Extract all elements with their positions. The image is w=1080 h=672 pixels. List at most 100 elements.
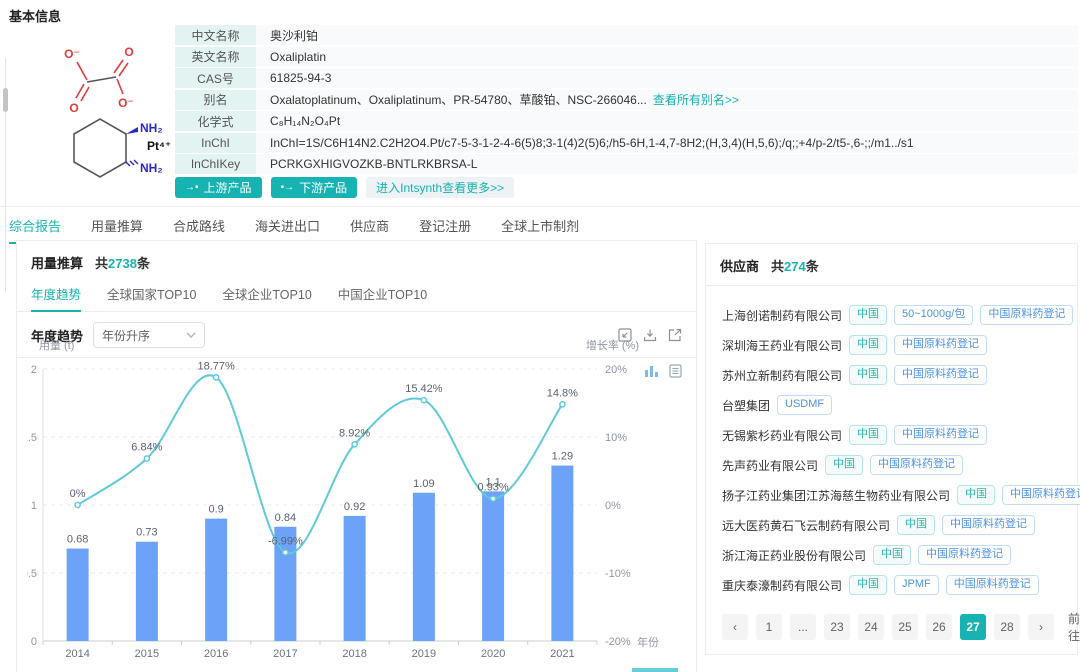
- field-label: 英文名称: [175, 47, 256, 67]
- more-pages-button[interactable]: ...: [790, 614, 816, 640]
- page-button-26[interactable]: 26: [926, 614, 952, 640]
- bar-2021[interactable]: [551, 466, 573, 641]
- subtab-全球企业TOP10[interactable]: 全球企业TOP10: [222, 284, 311, 311]
- page-button-27[interactable]: 27: [960, 614, 986, 640]
- o-minus-label: O⁻: [64, 47, 80, 61]
- upstream-products-button[interactable]: →▪ 上游产品: [175, 177, 262, 198]
- x-tick-label-2020: 2020: [481, 648, 505, 660]
- growth-label: -6.99%: [268, 536, 303, 548]
- subtab-全球国家TOP10[interactable]: 全球国家TOP10: [107, 284, 196, 311]
- suppliers-panel: 供应商 共274条 上海创诺制药有限公司中国50~1000g/包中国原料药登记深…: [705, 243, 1078, 655]
- basic-info-table: 中文名称奥沙利铂英文名称OxaliplatinCAS号61825-94-3别名O…: [175, 25, 1078, 176]
- nh2-label: NH₂: [140, 161, 163, 175]
- suppliers-title: 供应商: [720, 256, 759, 275]
- registration-badge: 中国原料药登记: [894, 425, 987, 445]
- country-badge: 中国: [849, 335, 887, 355]
- x-tick-label-2014: 2014: [65, 648, 89, 660]
- line-point-2016[interactable]: [214, 375, 219, 380]
- prev-page-button[interactable]: ‹: [722, 614, 748, 640]
- field-value: InChI=1S/C6H14N2.C2H2O4.Pt/c7-5-3-1-2-4-…: [256, 133, 1078, 153]
- supplier-row: 扬子江药业集团江苏海慈生物药业有限公司中国中国原料药登记: [722, 480, 1065, 510]
- bar-2014[interactable]: [67, 549, 89, 641]
- supplier-row: 台塑集团USDMF: [722, 390, 1065, 420]
- registration-badge: 中国原料药登记: [918, 545, 1011, 565]
- usage-panel-header: 用量推算 共2738条: [17, 241, 696, 272]
- page-button-25[interactable]: 25: [892, 614, 918, 640]
- x-tick-label-2017: 2017: [273, 648, 297, 660]
- arrow-into-box-icon: →▪: [185, 183, 199, 193]
- bar-value-label: 0.73: [136, 527, 157, 539]
- supplier-row: 上海创诺制药有限公司中国50~1000g/包中国原料药登记: [722, 300, 1065, 330]
- growth-label: 8.92%: [339, 427, 370, 439]
- pagination: ‹1...232425262728›前往页: [722, 610, 1080, 644]
- registration-badge: 中国原料药登记: [894, 365, 987, 385]
- supplier-list: 上海创诺制药有限公司中国50~1000g/包中国原料药登记深圳海王药业有限公司中…: [706, 286, 1077, 600]
- x-tick-label-2018: 2018: [342, 648, 366, 660]
- line-point-2014[interactable]: [75, 502, 80, 507]
- clipped-link-fragment[interactable]: [632, 668, 678, 672]
- x-axis-title: 年份: [637, 635, 659, 649]
- left-scrollbar-thumb[interactable]: [3, 88, 8, 112]
- growth-label: 18.77%: [197, 360, 235, 372]
- page-button-23[interactable]: 23: [824, 614, 850, 640]
- registration-badge: JPMF: [894, 575, 939, 595]
- left-axis-tick: 0: [31, 636, 37, 648]
- bar-2015[interactable]: [136, 542, 158, 641]
- country-badge: 中国: [849, 365, 887, 385]
- bar-value-label: 0.9: [208, 504, 223, 516]
- left-axis-tick: 0.5: [27, 568, 37, 580]
- line-point-2017[interactable]: [283, 550, 288, 555]
- info-row: 英文名称Oxaliplatin: [175, 47, 1078, 67]
- usage-count: 共2738条: [95, 253, 150, 272]
- country-badge: 中国: [897, 515, 935, 535]
- right-axis-tick: 10%: [605, 432, 627, 444]
- divider: [0, 206, 1080, 207]
- right-axis-tick: -10%: [605, 568, 631, 580]
- suppliers-count: 共274条: [771, 256, 819, 275]
- supplier-row: 重庆泰濠制药有限公司中国JPMF中国原料药登记: [722, 570, 1065, 600]
- line-point-2020[interactable]: [491, 496, 496, 501]
- bar-2018[interactable]: [344, 516, 366, 641]
- o-label: O: [124, 45, 133, 59]
- right-axis-title: 增长率 (%): [586, 338, 639, 352]
- left-axis-tick: 2: [31, 364, 37, 376]
- bar-2019[interactable]: [413, 493, 435, 641]
- downstream-products-button[interactable]: ▪→ 下游产品: [271, 177, 358, 198]
- view-all-aliases-link[interactable]: 查看所有别名>>: [653, 91, 739, 108]
- page-button-24[interactable]: 24: [858, 614, 884, 640]
- subtab-中国企业TOP10[interactable]: 中国企业TOP10: [338, 284, 427, 311]
- downstream-products-label: 下游产品: [299, 179, 347, 196]
- info-row: 别名Oxalatoplatinum、Oxaliplatinum、PR-54780…: [175, 90, 1078, 110]
- page-button-1[interactable]: 1: [756, 614, 782, 640]
- registration-badge: 中国原料药登记: [894, 335, 987, 355]
- usage-panel: 用量推算 共2738条 年度趋势全球国家TOP10 全球企业TOP10 中国企业TO…: [16, 240, 697, 672]
- field-value: C₈H₁₄N₂O₄Pt: [256, 111, 1078, 131]
- line-point-2018[interactable]: [352, 442, 357, 447]
- growth-label: 0%: [70, 488, 86, 500]
- page-button-28[interactable]: 28: [994, 614, 1020, 640]
- supplier-name: 上海创诺制药有限公司: [722, 307, 842, 324]
- bar-2020[interactable]: [482, 491, 504, 641]
- supplier-row: 深圳海王药业有限公司中国中国原料药登记: [722, 330, 1065, 360]
- left-axis-title: 用量 (t): [39, 339, 74, 352]
- line-point-2021[interactable]: [560, 402, 565, 407]
- registration-badge: 中国原料药登记: [980, 305, 1073, 325]
- country-badge: 中国: [873, 545, 911, 565]
- upstream-products-label: 上游产品: [204, 179, 252, 196]
- intsynth-more-button[interactable]: 进入Intsynth查看更多>>: [366, 177, 514, 198]
- growth-label: 15.42%: [405, 383, 443, 395]
- x-tick-label-2015: 2015: [135, 648, 159, 660]
- next-page-button[interactable]: ›: [1028, 614, 1054, 640]
- page: 基本信息 O⁻ O O O⁻ NH₂ NH₂ Pt⁴⁺ 中文名称奥沙利铂英文名称…: [0, 0, 1080, 672]
- line-point-2019[interactable]: [421, 398, 426, 403]
- growth-label: 14.8%: [547, 387, 578, 399]
- bar-2016[interactable]: [205, 519, 227, 641]
- right-axis-tick: -20%: [605, 636, 631, 648]
- supplier-row: 浙江海正药业股份有限公司中国中国原料药登记: [722, 540, 1065, 570]
- subtab-年度趋势[interactable]: 年度趋势: [31, 284, 81, 311]
- supplier-row: 先声药业有限公司中国中国原料药登记: [722, 450, 1065, 480]
- bar-value-label: 0.92: [344, 501, 365, 513]
- suppliers-header: 供应商 共274条: [706, 244, 1077, 286]
- line-point-2015[interactable]: [144, 456, 149, 461]
- intsynth-more-label: 进入Intsynth查看更多>>: [376, 179, 504, 196]
